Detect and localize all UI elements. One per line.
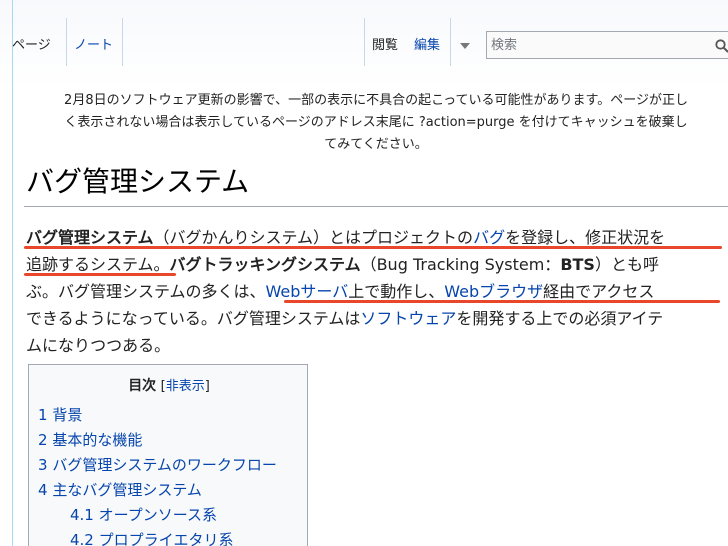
page-title: バグ管理システム <box>26 165 250 198</box>
search-box <box>486 31 728 59</box>
toc-number: 3 <box>38 456 48 474</box>
text: を登録し、修正状況を <box>505 228 666 247</box>
toc-title: 目次 <box>128 378 157 394</box>
tab-separator <box>66 18 67 66</box>
text: ）とも呼 <box>594 255 659 274</box>
tab-note[interactable]: ノート <box>74 37 113 55</box>
search-icon[interactable] <box>715 39 728 53</box>
toc-number: 4.1 <box>70 506 94 524</box>
toc-number: 4 <box>38 481 48 499</box>
toc-item[interactable]: 4 主なバグ管理システム <box>38 480 202 500</box>
tab-edit[interactable]: 編集 <box>414 37 440 55</box>
site-notice: 2月8日のソフトウェア更新の影響で、一部の表示に不具合の起こっている可能性があり… <box>24 90 728 156</box>
bold-term: バグ管理システム <box>26 228 154 247</box>
link-bug[interactable]: バグ <box>473 228 505 247</box>
toc-item[interactable]: 4.2 プロプライエタリ系 <box>70 530 234 546</box>
link-web-browser[interactable]: Webブラウザ <box>444 282 543 301</box>
link-software[interactable]: ソフトウェア <box>360 309 456 328</box>
toc-item[interactable]: 4.1 オープンソース系 <box>70 505 217 525</box>
text: ムになりつつある。 <box>26 336 171 355</box>
text: できるようになっている。バグ管理システムは <box>26 309 361 328</box>
text: （Bug Tracking System： <box>360 255 561 274</box>
search-input[interactable] <box>491 35 691 55</box>
toc-item[interactable]: 1 背景 <box>38 405 82 425</box>
tab-separator <box>122 18 123 66</box>
toc-toggle-bracket: ] <box>204 379 210 394</box>
text: ぶ。バグ管理システムの多くは、 <box>26 282 266 301</box>
text: を開発する上での必須アイテ <box>456 309 664 328</box>
toc-item[interactable]: 3 バグ管理システムのワークフロー <box>38 455 277 475</box>
highlight-underline <box>284 300 720 303</box>
toc-toggle[interactable]: 非表示 <box>166 379 205 394</box>
toc-link[interactable]: オープンソース系 <box>99 506 217 524</box>
text: 追跡するシステム。 <box>26 255 170 274</box>
text: （バグかんりシステム）とはプロジェクトの <box>153 228 474 247</box>
text: 経由でアクセス <box>543 282 655 301</box>
toc-header: 目次 [非表示] <box>29 375 309 395</box>
text: 上で動作し、 <box>348 282 445 301</box>
bold-term: バグトラッキングシステム <box>169 255 361 274</box>
toc-link[interactable]: 基本的な機能 <box>52 431 142 449</box>
toc-link[interactable]: 背景 <box>52 406 82 424</box>
toc-link[interactable]: バグ管理システムのワークフロー <box>52 456 277 474</box>
toc-number: 4.2 <box>70 531 94 546</box>
toc-item[interactable]: 2 基本的な機能 <box>38 430 142 450</box>
toc-link[interactable]: 主なバグ管理システム <box>52 481 202 499</box>
toc-number: 1 <box>38 406 48 424</box>
article-line: できるようになっている。バグ管理システムはソフトウェアを開発する上での必須アイテ <box>26 305 726 332</box>
tab-view[interactable]: 閲覧 <box>372 37 398 55</box>
table-of-contents: 目次 [非表示] 1 背景 2 基本的な機能 3 バグ管理システムのワークフロー… <box>28 364 308 546</box>
tab-separator <box>364 18 365 66</box>
highlight-underline <box>24 273 176 276</box>
title-divider <box>24 206 728 207</box>
toc-link[interactable]: プロプライエタリ系 <box>99 531 234 546</box>
article-line: ムになりつつある。 <box>26 332 726 359</box>
more-actions-dropdown[interactable] <box>456 36 476 56</box>
content-border <box>12 0 13 546</box>
toc-number: 2 <box>38 431 48 449</box>
notice-line: 2月8日のソフトウェア更新の影響で、一部の表示に不具合の起こっている可能性があり… <box>64 93 688 108</box>
tab-separator <box>450 18 451 66</box>
highlight-underline <box>24 246 722 249</box>
tab-page[interactable]: ページ <box>12 37 51 55</box>
notice-line: く表示されない場合は表示しているページのアドレス末尾に ?action=purg… <box>64 115 688 130</box>
notice-line: てみてください。 <box>324 137 428 152</box>
link-web-server[interactable]: Webサーバ <box>266 282 349 301</box>
bold-term: BTS <box>560 255 595 274</box>
